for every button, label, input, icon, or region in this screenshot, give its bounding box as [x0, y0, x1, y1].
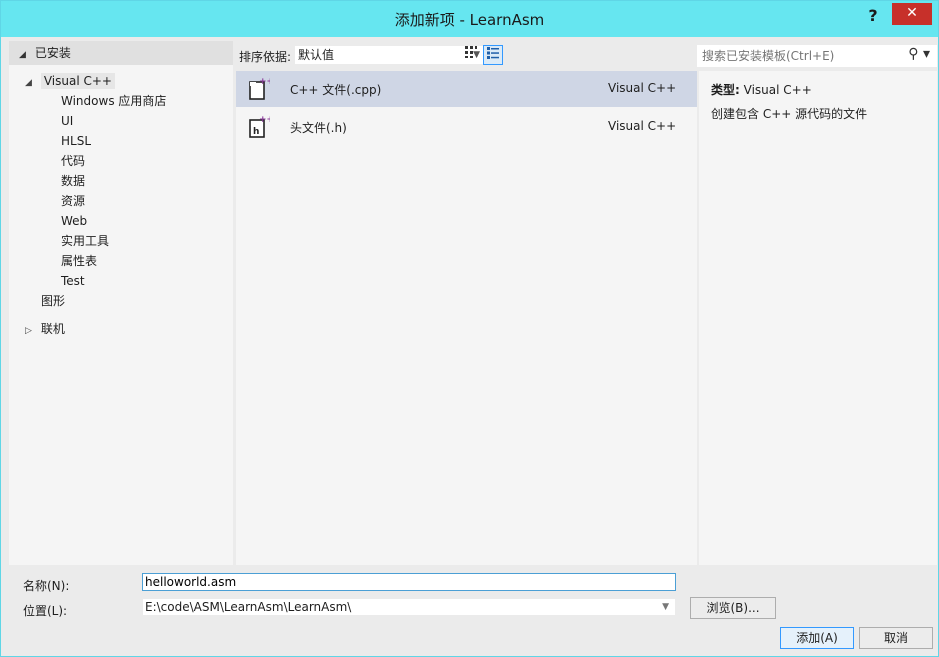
details-pane: 类型: Visual C++ 创建包含 C++ 源代码的文件	[699, 71, 937, 565]
tree-item-resources[interactable]: 资源	[9, 191, 233, 211]
cancel-button[interactable]: 取消	[859, 627, 933, 649]
tree-item-windows-store[interactable]: Windows 应用商店	[9, 91, 233, 111]
help-button[interactable]: ?	[862, 5, 884, 27]
tree-item-test[interactable]: Test	[9, 271, 233, 291]
add-new-item-dialog: 添加新项 - LearnAsm ? ✕ ◢ 已安装 ◢ Visual C++ W…	[0, 0, 939, 657]
location-value: E:\code\ASM\LearnAsm\LearnAsm\	[145, 600, 352, 614]
tree-item-web[interactable]: Web	[9, 211, 233, 231]
tree-item-ui[interactable]: UI	[9, 111, 233, 131]
type-label: 类型:	[711, 83, 740, 97]
browse-button[interactable]: 浏览(B)...	[690, 597, 776, 619]
list-view-button[interactable]	[483, 45, 503, 65]
template-toolbar: 排序依据: 默认值 ▼	[233, 41, 697, 69]
installed-label: 已安装	[34, 46, 71, 60]
category-tree: ◢ Visual C++ Windows 应用商店 UI HLSL 代码 数据 …	[9, 71, 233, 339]
tree-item-utilities[interactable]: 实用工具	[9, 231, 233, 251]
expand-triangle-icon: ◢	[25, 78, 32, 88]
template-language: Visual C++	[608, 81, 677, 95]
medium-icons-view-button[interactable]	[461, 45, 481, 65]
dropdown-arrow-icon: ▼	[662, 602, 669, 612]
search-input[interactable]	[702, 48, 902, 64]
add-button[interactable]: 添加(A)	[780, 627, 854, 649]
template-language: Visual C++	[608, 119, 677, 133]
search-icon[interactable]: ⚲ ▾	[908, 46, 930, 62]
location-label: 位置(L):	[23, 604, 68, 618]
tree-item-label: Visual C++	[40, 73, 115, 89]
template-name: 头文件(.h)	[290, 121, 347, 135]
template-search[interactable]: ⚲ ▾	[697, 45, 937, 67]
sort-value: 默认值	[298, 48, 335, 62]
tree-item-online[interactable]: ▷ 联机	[9, 319, 233, 339]
tree-item-visual-cpp[interactable]: ◢ Visual C++	[9, 71, 233, 91]
list-item-cpp-file[interactable]: ++ C++ 文件(.cpp) Visual C++	[236, 71, 697, 107]
tree-item-property-sheets[interactable]: 属性表	[9, 251, 233, 271]
template-list: ++ C++ 文件(.cpp) Visual C++ h ++ 头文件(.h) …	[236, 71, 697, 565]
type-value: Visual C++	[743, 83, 812, 97]
name-field[interactable]	[142, 573, 676, 591]
template-type: 类型: Visual C++	[711, 81, 812, 98]
name-label: 名称(N):	[23, 579, 70, 593]
cpp-file-icon: ++	[249, 77, 270, 100]
close-button[interactable]: ✕	[892, 3, 932, 25]
sort-label: 排序依据:	[239, 50, 292, 64]
template-description: 创建包含 C++ 源代码的文件	[711, 107, 868, 121]
list-item-header-file[interactable]: h ++ 头文件(.h) Visual C++	[236, 109, 697, 145]
sort-dropdown[interactable]: 默认值 ▼	[295, 46, 485, 64]
svg-text:++: ++	[259, 77, 270, 87]
title-bar: 添加新项 - LearnAsm ? ✕	[1, 1, 938, 37]
tree-item-graphics[interactable]: 图形	[9, 291, 233, 311]
list-view-icon	[487, 47, 499, 59]
collapse-triangle-icon: ◢	[19, 50, 26, 60]
window-title: 添加新项 - LearnAsm	[394, 11, 545, 29]
category-pane: ◢ 已安装 ◢ Visual C++ Windows 应用商店 UI HLSL …	[9, 41, 233, 565]
svg-text:++: ++	[259, 115, 270, 125]
expand-triangle-icon: ▷	[25, 326, 32, 336]
tree-item-code[interactable]: 代码	[9, 151, 233, 171]
grid-view-icon	[465, 46, 477, 58]
tree-item-label: 联机	[40, 322, 65, 336]
location-dropdown[interactable]: E:\code\ASM\LearnAsm\LearnAsm\ ▼	[142, 598, 676, 616]
tree-item-data[interactable]: 数据	[9, 171, 233, 191]
installed-header[interactable]: ◢ 已安装	[9, 41, 233, 65]
header-file-icon: h ++	[249, 115, 270, 138]
svg-text:h: h	[253, 127, 259, 137]
tree-item-hlsl[interactable]: HLSL	[9, 131, 233, 151]
template-name: C++ 文件(.cpp)	[290, 83, 382, 97]
